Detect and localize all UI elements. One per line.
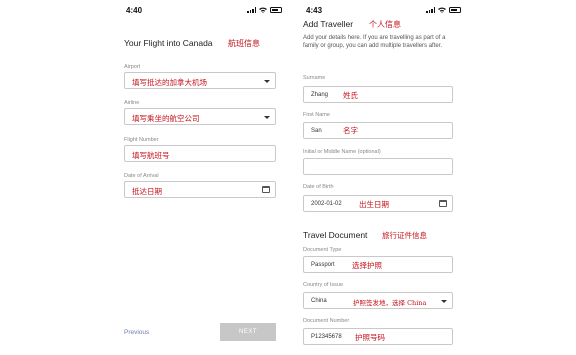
page-description: Add your details here. If you are travel…	[303, 35, 446, 49]
status-time: 4:43	[306, 6, 323, 15]
previous-link[interactable]: Previous	[124, 329, 149, 336]
system-icons	[426, 7, 461, 13]
page-title-cn: 个人信息	[369, 20, 401, 29]
next-button[interactable]: NEXT	[220, 323, 276, 341]
page-title: Add Traveller	[303, 19, 354, 29]
flight-number-input[interactable]: 填写航班号	[124, 145, 276, 162]
chevron-down-icon	[264, 116, 270, 119]
document-number-label: Document Number	[303, 318, 350, 324]
travel-document-heading: Travel Document	[303, 230, 368, 240]
battery-icon	[270, 7, 282, 13]
chevron-down-icon	[264, 80, 270, 83]
status-bar: 4:40	[104, 0, 286, 22]
first-name-input[interactable]: San	[303, 122, 453, 139]
country-of-issue-note: 护照签发地，选择 China	[353, 299, 427, 307]
surname-label: Surname	[303, 75, 326, 81]
chevron-down-icon	[441, 300, 447, 303]
date-of-birth-value: 2002-01-02	[311, 201, 342, 207]
first-name-note: 名字	[343, 126, 358, 135]
traveller-screen: 4:43 Add Traveller 个人信息 Add your details…	[292, 0, 465, 355]
surname-value: Zhang	[311, 92, 329, 98]
date-of-birth-note: 出生日期	[359, 200, 389, 209]
airport-value: 填写抵达的加拿大机场	[132, 77, 207, 87]
calendar-icon[interactable]	[262, 186, 270, 193]
middle-name-input[interactable]	[303, 158, 453, 175]
surname-note: 姓氏	[343, 91, 358, 100]
signal-icon	[247, 7, 256, 13]
flight-number-label: Flight Number	[124, 137, 159, 143]
document-type-value: Passport	[311, 262, 335, 268]
wifi-icon	[259, 7, 267, 13]
flight-screen: 4:40 Your Flight into Canada 航班信息 Airpor…	[104, 0, 286, 355]
airport-label: Airport	[124, 64, 141, 70]
document-type-note: 选择护照	[352, 261, 382, 270]
document-number-value: P12345678	[311, 334, 342, 340]
airline-select[interactable]: 填写乘坐的航空公司	[124, 108, 276, 125]
first-name-label: First Name	[303, 112, 330, 118]
date-of-arrival-label: Date of Arrival	[124, 173, 159, 179]
date-of-arrival-input[interactable]: 抵达日期	[124, 181, 276, 198]
battery-icon	[449, 7, 461, 13]
date-of-birth-label: Date of Birth	[303, 184, 334, 190]
surname-input[interactable]: Zhang	[303, 86, 453, 103]
calendar-icon[interactable]	[439, 200, 447, 207]
first-name-value: San	[311, 128, 322, 134]
wifi-icon	[438, 7, 446, 13]
signal-icon	[426, 7, 435, 13]
flight-number-value: 填写航班号	[132, 150, 170, 160]
date-of-arrival-value: 抵达日期	[132, 186, 162, 196]
country-of-issue-label: Country of Issue	[303, 282, 344, 288]
document-type-label: Document Type	[303, 247, 342, 253]
system-icons	[247, 7, 282, 13]
airline-label: Airline	[124, 100, 140, 106]
travel-document-heading-cn: 旅行证件信息	[382, 231, 427, 240]
middle-name-label: Initial or Middle Name (optional)	[303, 149, 381, 155]
document-number-note: 护照号码	[355, 333, 385, 342]
country-of-issue-value: China	[311, 298, 327, 304]
airport-select[interactable]: 填写抵达的加拿大机场	[124, 72, 276, 89]
page-title: Your Flight into Canada	[124, 38, 213, 48]
status-time: 4:40	[126, 6, 143, 15]
airline-value: 填写乘坐的航空公司	[132, 113, 200, 123]
page-title-cn: 航班信息	[228, 39, 260, 48]
